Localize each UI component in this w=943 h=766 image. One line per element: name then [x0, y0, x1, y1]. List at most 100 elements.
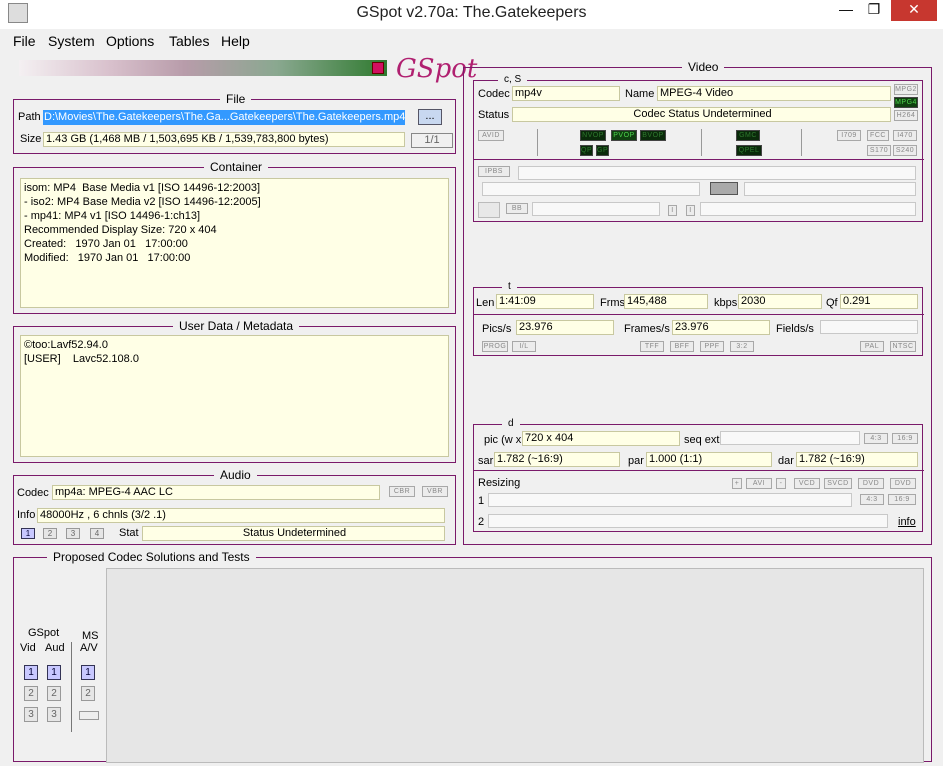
menu-options[interactable]: Options	[106, 33, 154, 49]
divider	[537, 129, 538, 156]
seq-ext-field	[720, 431, 860, 445]
audio-stream-1[interactable]: 1	[21, 528, 35, 539]
i470-flag: I470	[893, 130, 917, 141]
pic-field: 720 x 404	[522, 431, 680, 446]
metadata-text[interactable]: ©too:Lavf52.94.0 [USER] Lavc52.108.0	[20, 335, 449, 457]
audio-stat-label: Stat	[119, 527, 139, 539]
audio-stream-3[interactable]: 3	[66, 528, 80, 539]
len-label: Len	[476, 297, 495, 309]
bvop-flag: BVOP	[640, 130, 666, 141]
path-field[interactable]: D:\Movies\The.Gatekeepers\The.Ga...Gatek…	[43, 110, 405, 125]
title-bar: GSpot v2.70a: The.Gatekeepers — ❐ ✕	[0, 0, 943, 29]
audio-codec-label: Codec	[17, 487, 49, 499]
fcc-flag: FCC	[867, 130, 889, 141]
graph-icon[interactable]	[478, 202, 500, 218]
frame-type-bar	[518, 166, 916, 180]
audio-stream-4[interactable]: 4	[90, 528, 104, 539]
frms-field: 145,488	[624, 294, 708, 309]
menu-system[interactable]: System	[48, 33, 95, 49]
browse-button[interactable]: ...	[418, 109, 442, 125]
size-label: Size	[20, 133, 42, 145]
resizing-label: Resizing	[478, 477, 521, 489]
maximize-button[interactable]: ❐	[854, 0, 894, 21]
resize-plus[interactable]: +	[732, 478, 742, 489]
video-status-field: Codec Status Undetermined	[512, 107, 891, 122]
gspot-aud-test-1[interactable]: 1	[47, 665, 61, 680]
gspot-aud-test-2[interactable]: 2	[47, 686, 61, 701]
container-group: Container isom: MP4 Base Media v1 [ISO 1…	[13, 160, 456, 314]
close-button[interactable]: ✕	[891, 0, 937, 21]
divider	[474, 314, 924, 315]
gspot-vid-test-1[interactable]: 1	[24, 665, 38, 680]
dar-label: dar	[778, 455, 794, 467]
dar-field: 1.782 (~16:9)	[796, 452, 918, 467]
progress-gradient	[19, 60, 387, 76]
ms-av-test-1[interactable]: 1	[81, 665, 95, 680]
fields-field	[820, 320, 918, 334]
prog-flag: PROG	[482, 341, 508, 352]
video-name-field: MPEG-4 Video	[657, 86, 891, 101]
menu-tables[interactable]: Tables	[169, 33, 209, 49]
resize-169-flag: 16:9	[888, 494, 916, 505]
codec-section-title: c, S	[498, 74, 528, 85]
i-marker-1: I	[668, 205, 677, 216]
page-indicator[interactable]: 1/1	[411, 133, 453, 148]
size-field: 1.43 GB (1,468 MB / 1,503,695 KB / 1,539…	[43, 132, 405, 147]
codec-solutions-title: Proposed Codec Solutions and Tests	[47, 550, 256, 564]
fields-label: Fields/s	[776, 323, 814, 335]
av-label: A/V	[80, 642, 98, 654]
audio-info-field: 48000Hz , 6 chnls (3/2 .1)	[37, 508, 445, 523]
divider	[801, 129, 802, 156]
mpg4-flag: MPG4	[894, 97, 918, 108]
resize-dvd-2[interactable]: DVD	[890, 478, 916, 489]
ratio-43-flag: 4:3	[864, 433, 888, 444]
audio-group: Audio Codec mp4a: MPEG-4 AAC LC CBR VBR …	[13, 468, 456, 545]
frms-label: Frms	[600, 297, 626, 309]
32-flag: 3:2	[730, 341, 754, 352]
resize-vcd[interactable]: VCD	[794, 478, 820, 489]
resize-minus[interactable]: -	[776, 478, 786, 489]
gspot-aud-test-3[interactable]: 3	[47, 707, 61, 722]
qpel-flag: QPEL	[736, 145, 762, 156]
gop-arrows-icon	[710, 182, 738, 195]
cbr-flag: CBR	[389, 486, 415, 497]
resize-avi[interactable]: AVI	[746, 478, 772, 489]
window-title: GSpot v2.70a: The.Gatekeepers	[356, 4, 587, 21]
menu-help[interactable]: Help	[221, 33, 250, 49]
audio-info-label: Info	[17, 509, 36, 521]
codec-solutions-results[interactable]	[106, 568, 924, 763]
info-link[interactable]: info	[898, 516, 916, 528]
pics-field: 23.976	[516, 320, 614, 335]
frames-field: 23.976	[672, 320, 770, 335]
ms-av-test-3[interactable]	[79, 711, 99, 720]
file-group-title: File	[220, 92, 252, 106]
file-group: File Path D:\Movies\The.Gatekeepers\The.…	[13, 92, 456, 154]
i709-flag: I709	[837, 130, 861, 141]
gspot-vid-test-3[interactable]: 3	[24, 707, 38, 722]
pics-label: Pics/s	[482, 323, 512, 335]
resize-row-2-field	[488, 514, 888, 528]
frames-label: Frames/s	[624, 323, 670, 335]
resize-row-2-label: 2	[478, 516, 485, 528]
divider	[474, 470, 924, 471]
qf-label: Qf	[826, 297, 838, 309]
vbr-flag: VBR	[422, 486, 448, 497]
h264-flag: H264	[894, 110, 918, 121]
bff-flag: BFF	[670, 341, 694, 352]
resize-row-1-field	[488, 493, 852, 507]
bb-indicator: BB	[506, 203, 528, 214]
nvop-flag: NVOP	[580, 130, 606, 141]
resize-dvd[interactable]: DVD	[858, 478, 884, 489]
codec-section: c, S Codec mp4v Name MPEG-4 Video MPG2 M…	[473, 74, 924, 222]
metadata-group-title: User Data / Metadata	[173, 319, 300, 333]
bitrate-bar-left	[482, 182, 700, 196]
container-info-text[interactable]: isom: MP4 Base Media v1 [ISO 14496-12:20…	[20, 178, 449, 308]
avid-flag: AVID	[478, 130, 504, 141]
menu-file[interactable]: File	[13, 33, 36, 49]
i-marker-2: I	[686, 205, 695, 216]
par-label: par	[628, 455, 644, 467]
audio-stream-2[interactable]: 2	[43, 528, 57, 539]
gspot-vid-test-2[interactable]: 2	[24, 686, 38, 701]
resize-svcd[interactable]: SVCD	[824, 478, 852, 489]
ms-av-test-2[interactable]: 2	[81, 686, 95, 701]
